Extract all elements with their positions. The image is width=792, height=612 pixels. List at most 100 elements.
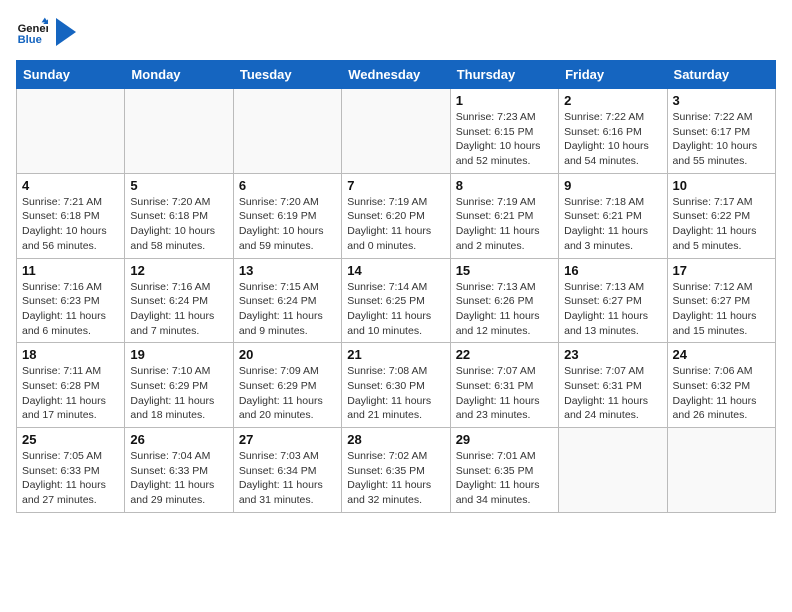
calendar-cell: 8 Sunrise: 7:19 AMSunset: 6:21 PMDaylight… xyxy=(450,173,558,258)
day-number: 4 xyxy=(22,178,119,193)
day-number: 21 xyxy=(347,347,444,362)
calendar-cell: 3 Sunrise: 7:22 AMSunset: 6:17 PMDaylight… xyxy=(667,89,775,174)
day-info: Sunrise: 7:12 AMSunset: 6:27 PMDaylight:… xyxy=(673,280,770,339)
day-info: Sunrise: 7:07 AMSunset: 6:31 PMDaylight:… xyxy=(456,364,553,423)
day-info: Sunrise: 7:10 AMSunset: 6:29 PMDaylight:… xyxy=(130,364,227,423)
calendar-cell: 29 Sunrise: 7:01 AMSunset: 6:35 PMDayligh… xyxy=(450,428,558,513)
calendar-cell xyxy=(17,89,125,174)
calendar-cell: 27Sunrise: 7:03 AMSunset: 6:34 PMDayligh… xyxy=(233,428,341,513)
day-number: 26 xyxy=(130,432,227,447)
day-number: 9 xyxy=(564,178,661,193)
calendar-cell: 4 Sunrise: 7:21 AMSunset: 6:18 PMDaylight… xyxy=(17,173,125,258)
calendar-header-row: SundayMondayTuesdayWednesdayThursdayFrid… xyxy=(17,61,776,89)
day-info: Sunrise: 7:22 AMSunset: 6:17 PMDaylight:… xyxy=(673,110,770,169)
svg-text:General: General xyxy=(18,23,48,35)
day-info: Sunrise: 7:03 AMSunset: 6:34 PMDaylight:… xyxy=(239,449,336,508)
day-info: Sunrise: 7:11 AMSunset: 6:28 PMDaylight:… xyxy=(22,364,119,423)
day-number: 1 xyxy=(456,93,553,108)
day-info: Sunrise: 7:19 AMSunset: 6:20 PMDaylight:… xyxy=(347,195,444,254)
calendar-cell: 2 Sunrise: 7:22 AMSunset: 6:16 PMDaylight… xyxy=(559,89,667,174)
calendar-header-sunday: Sunday xyxy=(17,61,125,89)
calendar-cell: 21Sunrise: 7:08 AMSunset: 6:30 PMDayligh… xyxy=(342,343,450,428)
calendar-week-5: 25 Sunrise: 7:05 AMSunset: 6:33 PMDayligh… xyxy=(17,428,776,513)
calendar-week-2: 4 Sunrise: 7:21 AMSunset: 6:18 PMDaylight… xyxy=(17,173,776,258)
calendar-header-thursday: Thursday xyxy=(450,61,558,89)
calendar-week-3: 11Sunrise: 7:16 AMSunset: 6:23 PMDayligh… xyxy=(17,258,776,343)
calendar-header-monday: Monday xyxy=(125,61,233,89)
day-number: 8 xyxy=(456,178,553,193)
day-number: 10 xyxy=(673,178,770,193)
day-number: 23 xyxy=(564,347,661,362)
day-number: 18 xyxy=(22,347,119,362)
day-number: 29 xyxy=(456,432,553,447)
calendar-cell: 1 Sunrise: 7:23 AMSunset: 6:15 PMDaylight… xyxy=(450,89,558,174)
calendar-cell: 28 Sunrise: 7:02 AMSunset: 6:35 PMDayligh… xyxy=(342,428,450,513)
calendar-table: SundayMondayTuesdayWednesdayThursdayFrid… xyxy=(16,60,776,513)
day-info: Sunrise: 7:04 AMSunset: 6:33 PMDaylight:… xyxy=(130,449,227,508)
calendar-cell: 25 Sunrise: 7:05 AMSunset: 6:33 PMDayligh… xyxy=(17,428,125,513)
day-info: Sunrise: 7:01 AMSunset: 6:35 PMDaylight:… xyxy=(456,449,553,508)
calendar-cell: 17 Sunrise: 7:12 AMSunset: 6:27 PMDayligh… xyxy=(667,258,775,343)
calendar-header-friday: Friday xyxy=(559,61,667,89)
calendar-cell: 5 Sunrise: 7:20 AMSunset: 6:18 PMDaylight… xyxy=(125,173,233,258)
day-info: Sunrise: 7:23 AMSunset: 6:15 PMDaylight:… xyxy=(456,110,553,169)
day-info: Sunrise: 7:16 AMSunset: 6:24 PMDaylight:… xyxy=(130,280,227,339)
day-number: 2 xyxy=(564,93,661,108)
calendar-header-saturday: Saturday xyxy=(667,61,775,89)
day-info: Sunrise: 7:20 AMSunset: 6:18 PMDaylight:… xyxy=(130,195,227,254)
day-info: Sunrise: 7:02 AMSunset: 6:35 PMDaylight:… xyxy=(347,449,444,508)
calendar-cell: 10 Sunrise: 7:17 AMSunset: 6:22 PMDayligh… xyxy=(667,173,775,258)
day-number: 17 xyxy=(673,263,770,278)
day-info: Sunrise: 7:14 AMSunset: 6:25 PMDaylight:… xyxy=(347,280,444,339)
calendar-cell: 15Sunrise: 7:13 AMSunset: 6:26 PMDayligh… xyxy=(450,258,558,343)
day-info: Sunrise: 7:13 AMSunset: 6:26 PMDaylight:… xyxy=(456,280,553,339)
day-info: Sunrise: 7:09 AMSunset: 6:29 PMDaylight:… xyxy=(239,364,336,423)
day-number: 28 xyxy=(347,432,444,447)
day-number: 25 xyxy=(22,432,119,447)
calendar-cell: 7 Sunrise: 7:19 AMSunset: 6:20 PMDaylight… xyxy=(342,173,450,258)
logo-icon: General Blue xyxy=(16,16,48,48)
calendar-cell: 12Sunrise: 7:16 AMSunset: 6:24 PMDayligh… xyxy=(125,258,233,343)
day-info: Sunrise: 7:20 AMSunset: 6:19 PMDaylight:… xyxy=(239,195,336,254)
calendar-week-1: 1 Sunrise: 7:23 AMSunset: 6:15 PMDaylight… xyxy=(17,89,776,174)
calendar-cell: 20 Sunrise: 7:09 AMSunset: 6:29 PMDayligh… xyxy=(233,343,341,428)
logo-arrow-icon xyxy=(56,18,76,46)
day-number: 13 xyxy=(239,263,336,278)
calendar-cell: 26 Sunrise: 7:04 AMSunset: 6:33 PMDayligh… xyxy=(125,428,233,513)
calendar-cell: 11Sunrise: 7:16 AMSunset: 6:23 PMDayligh… xyxy=(17,258,125,343)
calendar-cell: 24 Sunrise: 7:06 AMSunset: 6:32 PMDayligh… xyxy=(667,343,775,428)
day-number: 24 xyxy=(673,347,770,362)
day-number: 19 xyxy=(130,347,227,362)
day-info: Sunrise: 7:16 AMSunset: 6:23 PMDaylight:… xyxy=(22,280,119,339)
day-number: 5 xyxy=(130,178,227,193)
day-info: Sunrise: 7:19 AMSunset: 6:21 PMDaylight:… xyxy=(456,195,553,254)
day-number: 16 xyxy=(564,263,661,278)
day-info: Sunrise: 7:13 AMSunset: 6:27 PMDaylight:… xyxy=(564,280,661,339)
day-number: 3 xyxy=(673,93,770,108)
calendar-week-4: 18 Sunrise: 7:11 AMSunset: 6:28 PMDayligh… xyxy=(17,343,776,428)
calendar-cell: 13Sunrise: 7:15 AMSunset: 6:24 PMDayligh… xyxy=(233,258,341,343)
page-header: General Blue xyxy=(16,16,776,48)
day-info: Sunrise: 7:18 AMSunset: 6:21 PMDaylight:… xyxy=(564,195,661,254)
calendar-cell: 14Sunrise: 7:14 AMSunset: 6:25 PMDayligh… xyxy=(342,258,450,343)
calendar-cell: 6Sunrise: 7:20 AMSunset: 6:19 PMDaylight… xyxy=(233,173,341,258)
calendar-cell: 23Sunrise: 7:07 AMSunset: 6:31 PMDayligh… xyxy=(559,343,667,428)
day-info: Sunrise: 7:05 AMSunset: 6:33 PMDaylight:… xyxy=(22,449,119,508)
calendar-cell xyxy=(559,428,667,513)
day-info: Sunrise: 7:21 AMSunset: 6:18 PMDaylight:… xyxy=(22,195,119,254)
calendar-cell: 22Sunrise: 7:07 AMSunset: 6:31 PMDayligh… xyxy=(450,343,558,428)
day-info: Sunrise: 7:06 AMSunset: 6:32 PMDaylight:… xyxy=(673,364,770,423)
calendar-cell: 9 Sunrise: 7:18 AMSunset: 6:21 PMDaylight… xyxy=(559,173,667,258)
day-number: 7 xyxy=(347,178,444,193)
day-number: 20 xyxy=(239,347,336,362)
day-info: Sunrise: 7:22 AMSunset: 6:16 PMDaylight:… xyxy=(564,110,661,169)
calendar-cell xyxy=(667,428,775,513)
svg-text:Blue: Blue xyxy=(18,34,42,46)
calendar-cell: 16 Sunrise: 7:13 AMSunset: 6:27 PMDayligh… xyxy=(559,258,667,343)
day-info: Sunrise: 7:17 AMSunset: 6:22 PMDaylight:… xyxy=(673,195,770,254)
calendar-header-wednesday: Wednesday xyxy=(342,61,450,89)
calendar-cell xyxy=(233,89,341,174)
calendar-cell: 18 Sunrise: 7:11 AMSunset: 6:28 PMDayligh… xyxy=(17,343,125,428)
calendar-cell xyxy=(125,89,233,174)
calendar-header-tuesday: Tuesday xyxy=(233,61,341,89)
